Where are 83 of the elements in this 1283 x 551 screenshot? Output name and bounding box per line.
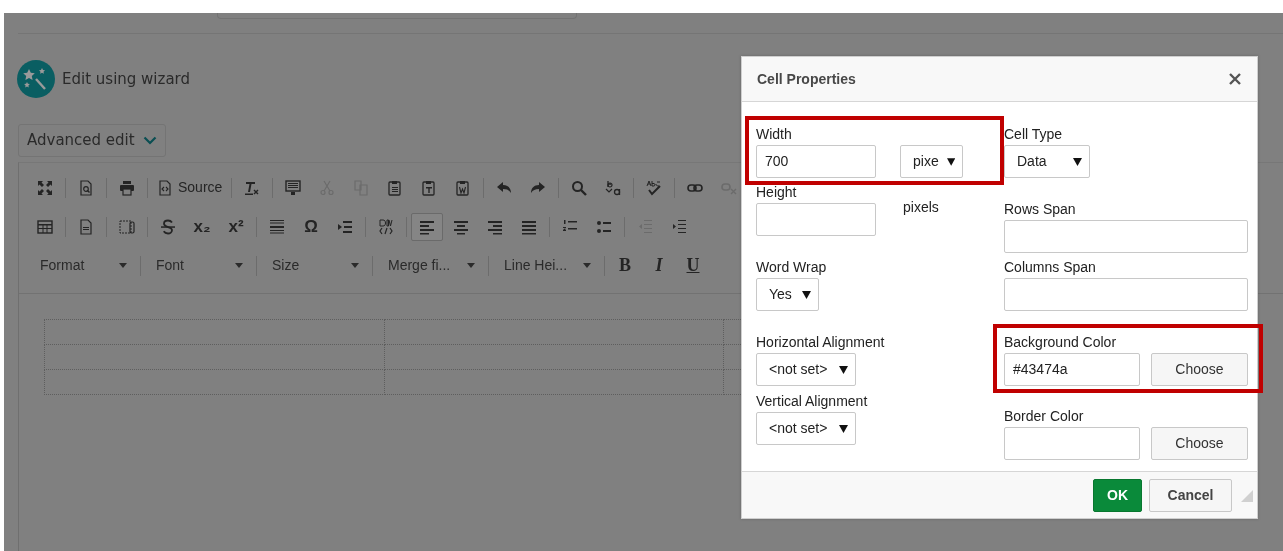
field-label: Width: [756, 126, 793, 143]
dropdown-arrow-icon: [839, 365, 848, 374]
toolbar-button[interactable]: Ω: [295, 212, 327, 241]
resize-grip-icon: [1239, 488, 1253, 502]
select-field[interactable]: Yes: [756, 278, 819, 311]
table-icon: [37, 218, 53, 235]
clipboard-icon: [421, 179, 438, 196]
caret-icon: [235, 263, 243, 268]
field-label: Columns Span: [1004, 259, 1097, 276]
toolbar-button[interactable]: I: [643, 251, 675, 280]
toolbar-dropdown[interactable]: Size: [260, 252, 369, 279]
dropdown-arrow-icon: [946, 157, 955, 166]
search-icon: [571, 179, 588, 196]
dropdown-arrow-icon: [802, 290, 811, 299]
unit-label: pixels: [903, 198, 939, 217]
select-field[interactable]: <not set>: [756, 353, 856, 386]
input-field[interactable]: [756, 203, 876, 236]
source-button[interactable]: Source: [152, 173, 228, 202]
spellcheck-icon: [646, 179, 663, 196]
toolbar-button[interactable]: x₂: [186, 212, 218, 241]
toolbar-button[interactable]: U: [677, 251, 709, 280]
align-left-icon: [419, 218, 435, 235]
maximize-icon: [37, 179, 53, 196]
select-field[interactable]: pixe: [900, 145, 963, 178]
ok-button[interactable]: OK: [1093, 478, 1142, 512]
magic-wand-icon: [17, 60, 55, 98]
printer-icon: [119, 179, 135, 196]
field-label: Word Wrap: [756, 259, 828, 276]
input-field[interactable]: #43474a: [1004, 353, 1140, 386]
input-field[interactable]: [1004, 278, 1248, 311]
align-center-icon: [453, 218, 469, 235]
align-right-icon: [487, 218, 503, 235]
document-lines-icon: [285, 179, 302, 196]
choose-button[interactable]: Choose: [1151, 353, 1248, 386]
caret-icon: [583, 263, 591, 268]
dropdown-arrow-icon: [1073, 157, 1082, 166]
field-label: Horizontal Alignment: [756, 334, 886, 351]
field-label: Rows Span: [1004, 201, 1077, 218]
clipboard-icon: [387, 179, 404, 196]
replace-icon: [605, 179, 622, 196]
input-field[interactable]: [1004, 220, 1248, 253]
text-field[interactable]: [217, 13, 577, 19]
justify-icon: [521, 218, 537, 235]
frame-icon: [119, 218, 135, 235]
wizard-link[interactable]: Edit using wizard: [62, 67, 191, 91]
caret-icon: [351, 263, 359, 268]
strikethrough-icon: [160, 218, 176, 235]
page-icon: [78, 218, 94, 235]
toolbar-dropdown[interactable]: Font: [144, 252, 253, 279]
clipboard-icon: [455, 179, 472, 196]
choose-button[interactable]: Choose: [1151, 427, 1248, 460]
close-icon: [1229, 73, 1241, 85]
blockquote-icon: [337, 218, 353, 235]
toolbar-dropdown[interactable]: Merge fi...: [376, 252, 485, 279]
bullet-list-icon: [596, 218, 612, 235]
dropdown-button[interactable]: Advanced edit: [18, 124, 166, 157]
chevron-down-icon: [142, 135, 157, 145]
select-field[interactable]: Data: [1004, 145, 1090, 178]
caret-icon: [467, 263, 475, 268]
code-document-icon: [157, 179, 173, 196]
close-button[interactable]: [1229, 73, 1241, 85]
dropdown-arrow-icon: [839, 424, 848, 433]
indent-icon: [671, 218, 687, 235]
caret-icon: [119, 263, 127, 268]
clear-format-icon: [244, 179, 261, 196]
toolbar-dropdown[interactable]: Line Hei...: [492, 252, 601, 279]
field-label: Vertical Alignment: [756, 393, 869, 410]
input-field[interactable]: 700: [756, 145, 876, 178]
cancel-button[interactable]: Cancel: [1149, 478, 1232, 512]
field-label: Border Color: [1004, 408, 1085, 425]
toolbar-button[interactable]: B: [609, 251, 641, 280]
toolbar-button[interactable]: [411, 212, 443, 241]
toolbar-button[interactable]: x²: [220, 212, 252, 241]
dialog-title: Cell Properties: [757, 69, 856, 89]
field-label: Background Color: [1004, 334, 1118, 351]
input-field[interactable]: [1004, 427, 1140, 460]
select-field[interactable]: <not set>: [756, 412, 856, 445]
toolbar-dropdown[interactable]: Format: [28, 252, 137, 279]
document-search-icon: [78, 179, 94, 196]
div-icon: [378, 218, 394, 235]
field-label: Height: [756, 184, 798, 201]
horizontal-line-icon: [269, 218, 285, 235]
field-label: Cell Type: [1004, 126, 1064, 143]
